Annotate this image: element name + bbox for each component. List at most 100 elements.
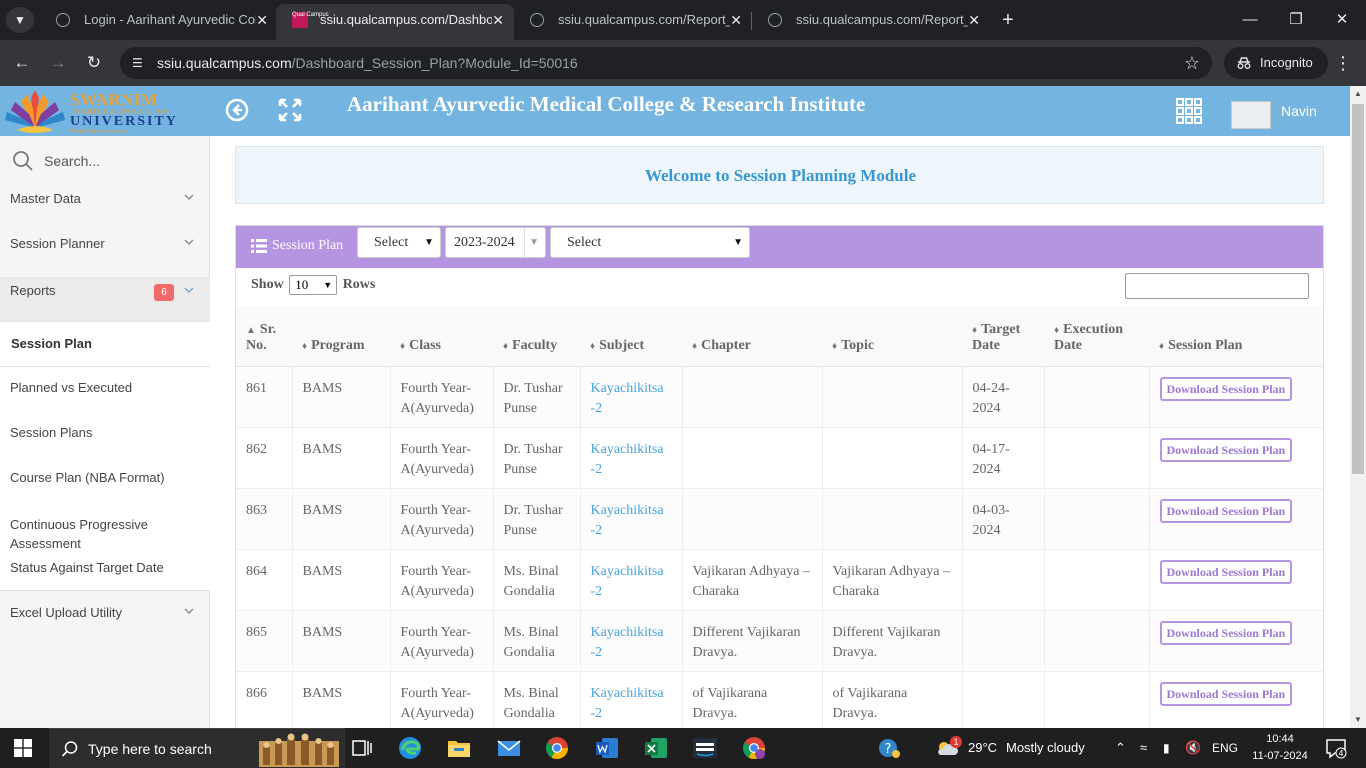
cell-subject[interactable]: Kayachikitsa -2	[580, 670, 683, 728]
incognito-indicator[interactable]: Incognito	[1224, 47, 1328, 79]
system-clock[interactable]: 10:44 11-07-2024	[1250, 731, 1310, 765]
class-select[interactable]: Select ▼	[550, 227, 750, 258]
back-button[interactable]: ←	[9, 50, 35, 76]
site-info-icon[interactable]: ☰	[132, 55, 148, 71]
cell-subject[interactable]: Kayachikitsa -2	[580, 487, 683, 549]
new-tab-button[interactable]: +	[996, 8, 1020, 32]
close-tab-icon[interactable]: ✕	[256, 4, 268, 36]
close-window-button[interactable]: ✕	[1319, 8, 1365, 32]
cell-execution	[1044, 548, 1150, 610]
address-bar[interactable]: ☰ ssiu.qualcampus.com/Dashboard_Session_…	[120, 47, 1212, 79]
col-faculty[interactable]: ♦ Faculty	[493, 306, 580, 367]
col-target-date[interactable]: ♦ Target Date	[962, 306, 1044, 367]
taskbar-search[interactable]: Type here to search	[49, 728, 345, 768]
col-topic[interactable]: ♦ Topic	[822, 306, 962, 367]
sidebar-subitem-planned-vs-executed[interactable]: Planned vs Executed	[10, 380, 132, 395]
tab-search-button[interactable]: ▼	[6, 7, 34, 33]
download-session-plan-button[interactable]: Download Session Plan	[1159, 437, 1293, 462]
col-execution-date[interactable]: ♦ Execution Date	[1044, 306, 1149, 367]
col-session-plan[interactable]: ♦ Session Plan	[1149, 306, 1323, 367]
language-indicator[interactable]: ENG	[1212, 728, 1238, 768]
sidebar-subitem-status-target-date[interactable]: Status Against Target Date	[10, 560, 164, 575]
reports-submenu: Planned vs Executed Session Plans Course…	[0, 367, 210, 590]
col-subject[interactable]: ♦ Subject	[580, 306, 682, 367]
cell-subject[interactable]: Kayachikitsa -2	[580, 365, 683, 427]
file-explorer-icon[interactable]	[446, 735, 472, 761]
col-class[interactable]: ♦ Class	[390, 306, 493, 367]
weather-condition[interactable]: Mostly cloudy	[1006, 728, 1085, 768]
program-select[interactable]: Select ▼	[357, 227, 441, 258]
browser-menu-button[interactable]: ⋮	[1334, 50, 1352, 76]
word-icon[interactable]	[594, 735, 620, 761]
edge-icon[interactable]	[397, 735, 423, 761]
back-circle-icon[interactable]	[224, 97, 250, 123]
help-icon[interactable]: ?	[876, 735, 902, 761]
cell-subject[interactable]: Kayachikitsa -2	[580, 426, 683, 488]
volume-muted-icon[interactable]: 🔇	[1185, 728, 1201, 768]
mail-icon[interactable]	[496, 735, 522, 761]
battery-icon[interactable]: ▮	[1163, 728, 1170, 768]
cell-subject[interactable]: Kayachikitsa -2	[580, 609, 683, 671]
scroll-up-arrow[interactable]: ▲	[1350, 86, 1366, 102]
sort-icon: ♦	[972, 324, 978, 336]
table-search-input[interactable]	[1125, 273, 1309, 299]
rows-per-page-select[interactable]: 10 ▼	[289, 275, 338, 295]
browser-tab-report-1[interactable]: ssiu.qualcampus.com/Report_Vi ✕	[514, 4, 752, 36]
academic-year-select[interactable]: 2023-2024 ▼	[445, 227, 546, 258]
browser-tab-login[interactable]: Login - Aarihant Ayurvedic Colle ✕	[40, 4, 278, 36]
sidebar-subitem-label: Session Plan	[11, 336, 92, 351]
bookmark-star-icon[interactable]: ☆	[1184, 47, 1200, 79]
cell-subject[interactable]: Kayachikitsa -2	[580, 548, 683, 610]
sidebar-subitem-session-plan[interactable]: Session Plan	[0, 322, 210, 366]
sidebar-search-input[interactable]	[44, 150, 194, 172]
scroll-down-arrow[interactable]: ▼	[1350, 712, 1366, 728]
close-tab-icon[interactable]: ✕	[492, 4, 504, 36]
download-session-plan-button[interactable]: Download Session Plan	[1159, 681, 1293, 706]
chrome-profile-icon[interactable]	[741, 735, 767, 761]
caret-down-icon: ▼	[323, 280, 333, 290]
scroll-thumb[interactable]	[1352, 104, 1364, 474]
close-tab-icon[interactable]: ✕	[730, 4, 742, 36]
cell-target: 04-24-2024	[962, 365, 1045, 427]
university-logo[interactable]: SWARNIM STARTUP & INNOVATION UNIVERSITY …	[0, 86, 210, 136]
browser-tab-dashboard[interactable]: Qual Campus ssiu.qualcampus.com/Dashboar…	[276, 4, 514, 40]
download-session-plan-button[interactable]: Download Session Plan	[1159, 620, 1293, 645]
download-session-plan-button[interactable]: Download Session Plan	[1159, 376, 1293, 401]
close-tab-icon[interactable]: ✕	[968, 4, 980, 36]
tab-title: ssiu.qualcampus.com/Report_Vi	[796, 12, 968, 27]
col-sr-no[interactable]: ▲ Sr. No.	[236, 306, 292, 367]
minimize-button[interactable]: —	[1227, 8, 1273, 32]
apps-grid-icon[interactable]	[1176, 98, 1202, 124]
temperature[interactable]: 29°C	[968, 728, 997, 768]
cell-class: Fourth Year-A(Ayurveda)	[390, 365, 494, 427]
user-name[interactable]: Navin	[1281, 103, 1317, 119]
chrome-icon[interactable]	[544, 735, 570, 761]
notification-icon[interactable]: 4	[1323, 735, 1349, 761]
sidebar-subitem-course-plan[interactable]: Course Plan (NBA Format)	[10, 470, 165, 485]
user-avatar[interactable]	[1231, 101, 1271, 129]
download-session-plan-button[interactable]: Download Session Plan	[1159, 559, 1293, 584]
lotus-logo-icon	[5, 90, 65, 133]
fullscreen-icon[interactable]	[277, 97, 303, 123]
sidebar-item-session-planner[interactable]: Session Planner	[0, 222, 210, 267]
sidebar-subitem-session-plans[interactable]: Session Plans	[10, 425, 92, 440]
network-icon[interactable]: ≈	[1140, 728, 1147, 768]
sidebar-item-reports[interactable]: Reports 6	[0, 277, 210, 322]
notification-count: 4	[1338, 749, 1343, 758]
sidebar-subitem-continuous-assessment[interactable]: Continuous Progressive Assessment	[10, 515, 190, 553]
sidebar-item-excel-upload[interactable]: Excel Upload Utility	[0, 591, 210, 631]
forward-button[interactable]: →	[45, 50, 71, 76]
page-scrollbar[interactable]: ▲ ▼	[1350, 86, 1366, 728]
prime-video-icon[interactable]	[692, 735, 718, 761]
chevron-up-icon[interactable]: ⌃	[1115, 728, 1126, 768]
download-session-plan-button[interactable]: Download Session Plan	[1159, 498, 1293, 523]
task-view-icon[interactable]	[349, 735, 375, 761]
sidebar-item-master-data[interactable]: Master Data	[0, 177, 210, 222]
windows-start-icon[interactable]	[14, 739, 32, 757]
browser-tab-report-2[interactable]: ssiu.qualcampus.com/Report_Vi ✕	[752, 4, 990, 36]
col-program[interactable]: ♦ Program	[292, 306, 390, 367]
excel-icon[interactable]	[643, 735, 669, 761]
restore-button[interactable]: ❐	[1273, 8, 1319, 32]
col-chapter[interactable]: ♦ Chapter	[682, 306, 822, 367]
reload-button[interactable]: ↻	[81, 50, 107, 76]
